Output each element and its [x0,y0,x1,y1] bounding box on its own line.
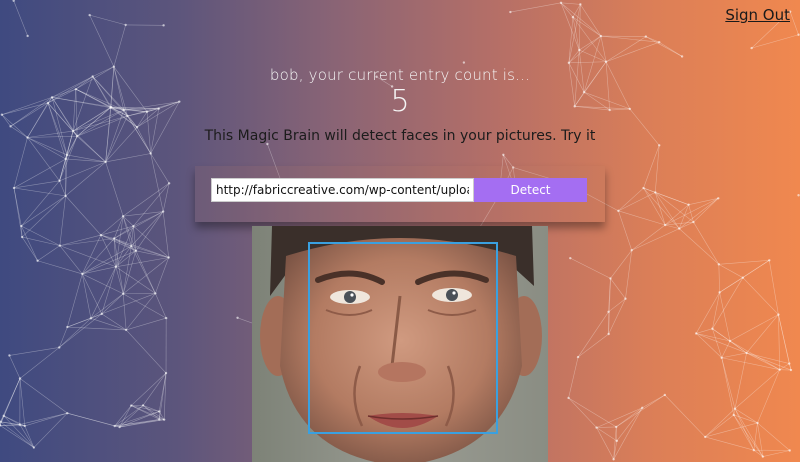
app-description: This Magic Brain will detect faces in yo… [204,128,596,144]
image-url-form: Detect [195,166,605,222]
entry-count-message: bob, your current entry count is... [269,66,531,84]
sign-out-link[interactable]: Sign Out [725,6,790,24]
face-bounding-box [308,242,498,434]
entry-count-value: 5 [390,84,410,119]
detect-button[interactable]: Detect [474,178,587,202]
face-photo [252,226,548,462]
image-url-input[interactable] [211,178,474,202]
